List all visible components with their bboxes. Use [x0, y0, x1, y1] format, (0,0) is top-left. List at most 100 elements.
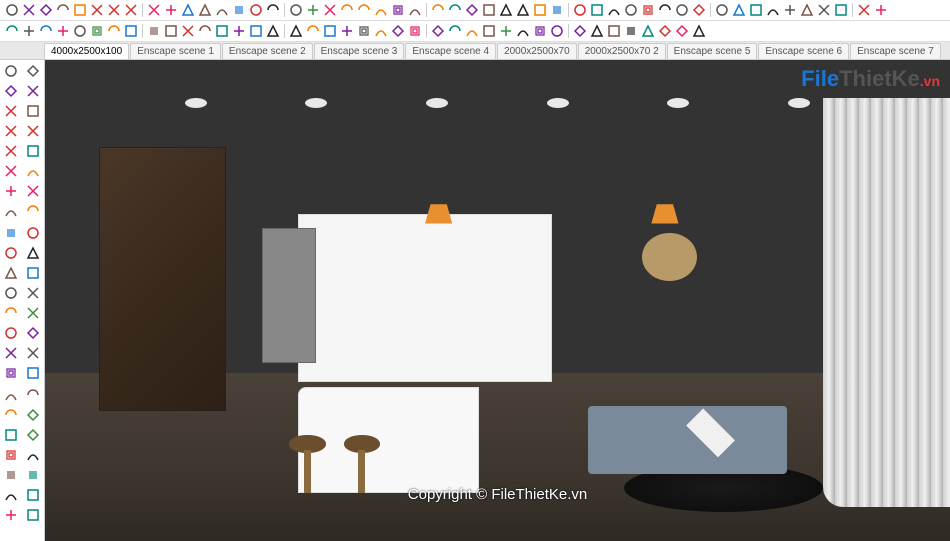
offset-icon[interactable] [197, 2, 213, 18]
paste-icon[interactable] [123, 23, 139, 39]
delete-icon[interactable] [146, 23, 162, 39]
intersect-icon[interactable] [24, 244, 42, 262]
orbit-icon[interactable] [390, 2, 406, 18]
axes-icon[interactable] [356, 2, 372, 18]
scale-icon[interactable] [2, 244, 20, 262]
offset-icon[interactable] [2, 264, 20, 282]
unhide-icon[interactable] [197, 23, 213, 39]
enscape-video-icon[interactable] [623, 23, 639, 39]
section-cut-icon[interactable] [356, 23, 372, 39]
tape-icon[interactable] [2, 284, 20, 302]
user-icon[interactable] [691, 23, 707, 39]
protractor-icon[interactable] [305, 2, 321, 18]
pointer-icon[interactable] [4, 23, 20, 39]
scene-tab[interactable]: 2000x2500x70 [497, 43, 577, 59]
flip-along-icon[interactable] [24, 386, 42, 404]
explode-icon[interactable] [24, 102, 42, 120]
solid-subtract-icon[interactable] [24, 284, 42, 302]
enscape-sync-icon[interactable] [589, 23, 605, 39]
plugin2-icon[interactable] [2, 466, 20, 484]
jointpush-icon[interactable] [24, 426, 42, 444]
leader-icon[interactable] [447, 23, 463, 39]
profile-builder-icon[interactable] [24, 506, 42, 524]
move-icon[interactable] [2, 202, 20, 220]
outliner-icon[interactable] [623, 2, 639, 18]
scene-tab[interactable]: Enscape scene 5 [667, 43, 758, 59]
section-plane-icon[interactable] [339, 23, 355, 39]
dynamic-icon[interactable] [833, 2, 849, 18]
move-icon[interactable] [214, 2, 230, 18]
position-camera-icon[interactable] [515, 2, 531, 18]
polygon-icon[interactable] [2, 162, 20, 180]
extension-icon[interactable] [731, 2, 747, 18]
zoom-extents-icon[interactable] [447, 2, 463, 18]
scene-tab[interactable]: Enscape scene 6 [758, 43, 849, 59]
make-component-icon[interactable] [21, 23, 37, 39]
sandbox-icon[interactable] [765, 2, 781, 18]
pie-icon[interactable] [163, 2, 179, 18]
unlock-icon[interactable] [231, 23, 247, 39]
distribute-icon[interactable] [322, 23, 338, 39]
plugin1-icon[interactable] [2, 446, 20, 464]
import-icon[interactable] [481, 23, 497, 39]
look-around-icon[interactable] [532, 2, 548, 18]
previous-icon[interactable] [481, 2, 497, 18]
pan-icon[interactable] [407, 2, 423, 18]
arc2-icon[interactable] [123, 2, 139, 18]
lock-icon[interactable] [24, 142, 42, 160]
dimension-linear-icon[interactable] [390, 23, 406, 39]
scene-tab[interactable]: Enscape scene 2 [222, 43, 313, 59]
match-photo-icon[interactable] [782, 2, 798, 18]
section-fill-icon[interactable] [373, 23, 389, 39]
hide-icon[interactable] [180, 23, 196, 39]
section-icon[interactable] [373, 2, 389, 18]
3d-text-icon[interactable] [464, 23, 480, 39]
pan-icon[interactable] [2, 386, 20, 404]
paint-bucket-icon[interactable] [38, 23, 54, 39]
roundcorner-icon[interactable] [24, 446, 42, 464]
enscape-mat-icon[interactable] [674, 23, 690, 39]
layers-icon[interactable] [640, 2, 656, 18]
group-icon[interactable] [606, 2, 622, 18]
text-icon[interactable] [339, 2, 355, 18]
freehand-icon[interactable] [55, 2, 71, 18]
zoom-icon[interactable] [2, 406, 20, 424]
rotate-icon[interactable] [2, 224, 20, 242]
print-icon[interactable] [515, 23, 531, 39]
circle-icon[interactable] [89, 2, 105, 18]
outer-shell-icon[interactable] [24, 324, 42, 342]
fredo-icon[interactable] [2, 506, 20, 524]
follow-icon[interactable] [265, 2, 281, 18]
eraser-icon[interactable] [2, 344, 20, 362]
advanced-camera-icon[interactable] [816, 2, 832, 18]
redo-icon[interactable] [72, 23, 88, 39]
cut-icon[interactable] [89, 23, 105, 39]
polygon-icon[interactable] [146, 2, 162, 18]
arc-icon[interactable] [106, 2, 122, 18]
plugins-icon[interactable] [549, 23, 565, 39]
styles-icon[interactable] [691, 2, 707, 18]
dimension-radial-icon[interactable] [407, 23, 423, 39]
zoom-icon[interactable] [430, 2, 446, 18]
pushpull-icon[interactable] [180, 2, 196, 18]
dimension-icon[interactable] [24, 182, 42, 200]
select-icon[interactable] [4, 2, 20, 18]
fog-icon[interactable] [674, 2, 690, 18]
scene-tab[interactable]: 2000x2500x70 2 [578, 43, 666, 59]
axes-icon[interactable] [24, 202, 42, 220]
copy-icon[interactable] [106, 23, 122, 39]
paint-icon[interactable] [2, 324, 20, 342]
geo-icon[interactable] [748, 2, 764, 18]
enscape-panorama-icon[interactable] [640, 23, 656, 39]
scene-tab[interactable]: 4000x2500x100 [44, 43, 129, 59]
undo-icon[interactable] [55, 23, 71, 39]
line-icon[interactable] [38, 2, 54, 18]
viewport-3d[interactable]: FileThietKe.vn Copyright © FileThietKe.v… [45, 60, 950, 541]
group-make-icon[interactable] [24, 82, 42, 100]
rectangle-icon[interactable] [72, 2, 88, 18]
paint-icon[interactable] [572, 2, 588, 18]
circle-icon[interactable] [2, 122, 20, 140]
flip-icon[interactable] [288, 23, 304, 39]
scene-tab[interactable]: Enscape scene 7 [850, 43, 941, 59]
text-tool-icon[interactable] [430, 23, 446, 39]
